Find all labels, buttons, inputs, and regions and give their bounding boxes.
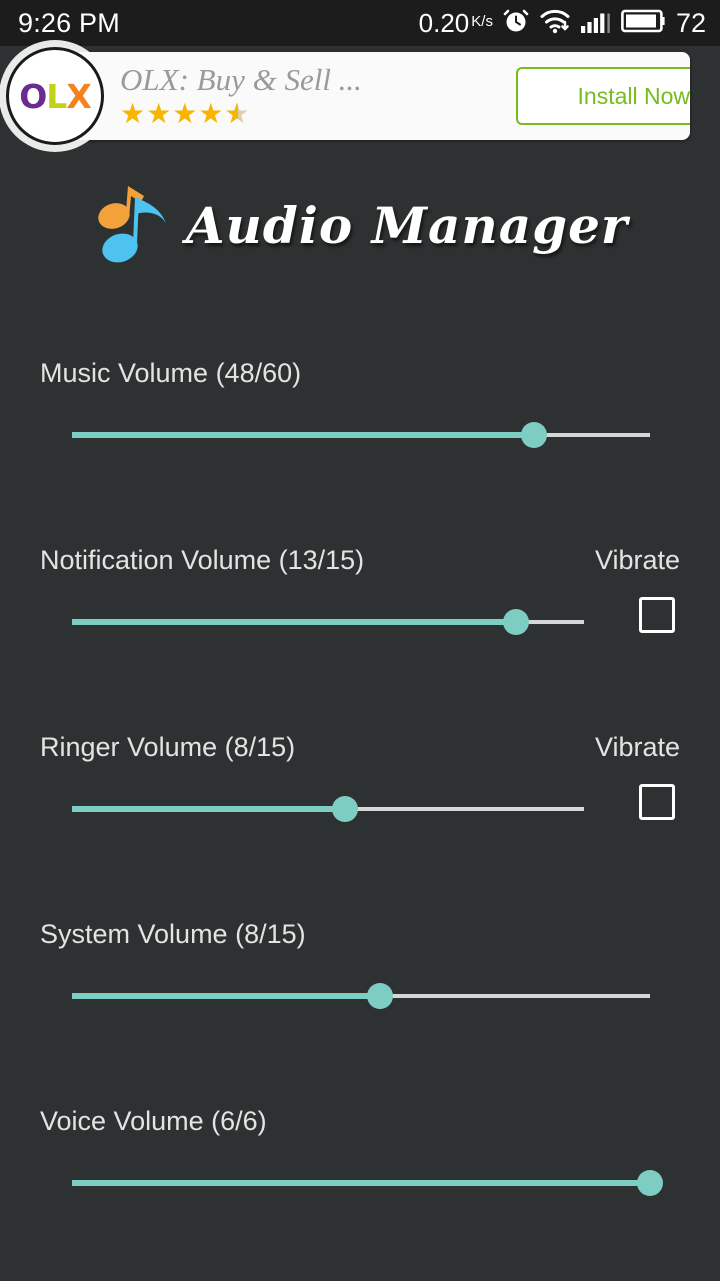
advertisement-banner[interactable]: OLX: Buy & Sell ... ★★★★ ★ ★ Install Now …	[6, 47, 690, 148]
ad-text-block: OLX: Buy & Sell ... ★★★★ ★ ★	[120, 63, 516, 130]
app-header: Audio Manager	[0, 170, 720, 280]
slider-thumb[interactable]	[331, 796, 358, 822]
ringer-volume-label: Ringer Volume (8/15)	[40, 732, 296, 762]
alarm-clock-icon	[502, 7, 530, 40]
star-icons-full: ★★★★	[120, 97, 225, 129]
slider-thumb[interactable]	[502, 609, 529, 635]
slider-fill	[72, 1180, 650, 1186]
status-bar-clock: 9:26 PM	[18, 7, 120, 38]
wifi-download-icon	[539, 7, 571, 40]
olx-letter-o: O	[19, 76, 47, 116]
slider-thumb[interactable]	[521, 422, 548, 448]
volume-row-music: Music Volume (48/60)	[0, 346, 720, 533]
network-speed-indicator: 0.20 K/s	[419, 8, 493, 39]
ad-title: OLX: Buy & Sell ...	[120, 62, 362, 97]
slider-fill	[72, 432, 535, 438]
network-speed-unit: K/s	[471, 12, 493, 30]
volume-row-notification: Notification Volume (13/15) Vibrate	[0, 533, 720, 720]
network-speed-value: 0.20	[418, 7, 470, 38]
slider-fill	[72, 993, 381, 999]
slider-fill	[72, 806, 345, 812]
ad-card[interactable]: OLX: Buy & Sell ... ★★★★ ★ ★ Install Now	[58, 52, 690, 140]
system-volume-slider[interactable]	[72, 983, 650, 1009]
notification-vibrate-checkbox[interactable]	[639, 597, 675, 633]
signal-bars-icon	[580, 7, 612, 40]
notification-volume-label: Notification Volume (13/15)	[40, 545, 365, 575]
olx-logo-icon: OLX	[19, 76, 92, 116]
ringer-vibrate-checkbox[interactable]	[639, 784, 675, 820]
battery-level-label: 72	[675, 7, 706, 38]
voice-volume-label: Voice Volume (6/6)	[40, 1106, 267, 1136]
star-icon-half: ★ ★	[224, 97, 251, 129]
volume-row-ringer: Ringer Volume (8/15) Vibrate	[0, 720, 720, 907]
voice-volume-slider[interactable]	[72, 1170, 663, 1196]
ringer-vibrate-label: Vibrate	[594, 732, 680, 762]
slider-thumb[interactable]	[637, 1170, 663, 1196]
music-volume-slider[interactable]	[72, 422, 650, 448]
install-now-label: Install Now	[577, 82, 690, 109]
status-bar: 9:26 PM 0.20 K/s 72	[0, 0, 720, 46]
install-now-button[interactable]: Install Now	[516, 67, 690, 125]
ad-rating-stars: ★★★★ ★ ★	[120, 97, 516, 130]
slider-thumb[interactable]	[367, 983, 394, 1009]
notification-vibrate-label: Vibrate	[594, 545, 680, 575]
notification-volume-slider[interactable]	[72, 609, 584, 635]
volume-row-voice: Voice Volume (6/6)	[0, 1094, 720, 1281]
volume-controls-list: Music Volume (48/60) Notification Volume…	[0, 346, 720, 1281]
app-title: Audio Manager	[185, 195, 629, 255]
music-volume-label: Music Volume (48/60)	[40, 358, 302, 388]
slider-fill	[72, 619, 516, 625]
olx-logo-badge: OLX	[6, 47, 104, 145]
olx-letter-x: X	[66, 76, 91, 116]
music-note-icon	[92, 180, 176, 271]
battery-icon	[621, 8, 665, 39]
olx-letter-l: L	[46, 76, 67, 116]
volume-row-system: System Volume (8/15)	[0, 907, 720, 1094]
ringer-volume-slider[interactable]	[72, 796, 584, 822]
system-volume-label: System Volume (8/15)	[40, 919, 306, 949]
status-bar-icons: 0.20 K/s 72	[419, 7, 706, 40]
